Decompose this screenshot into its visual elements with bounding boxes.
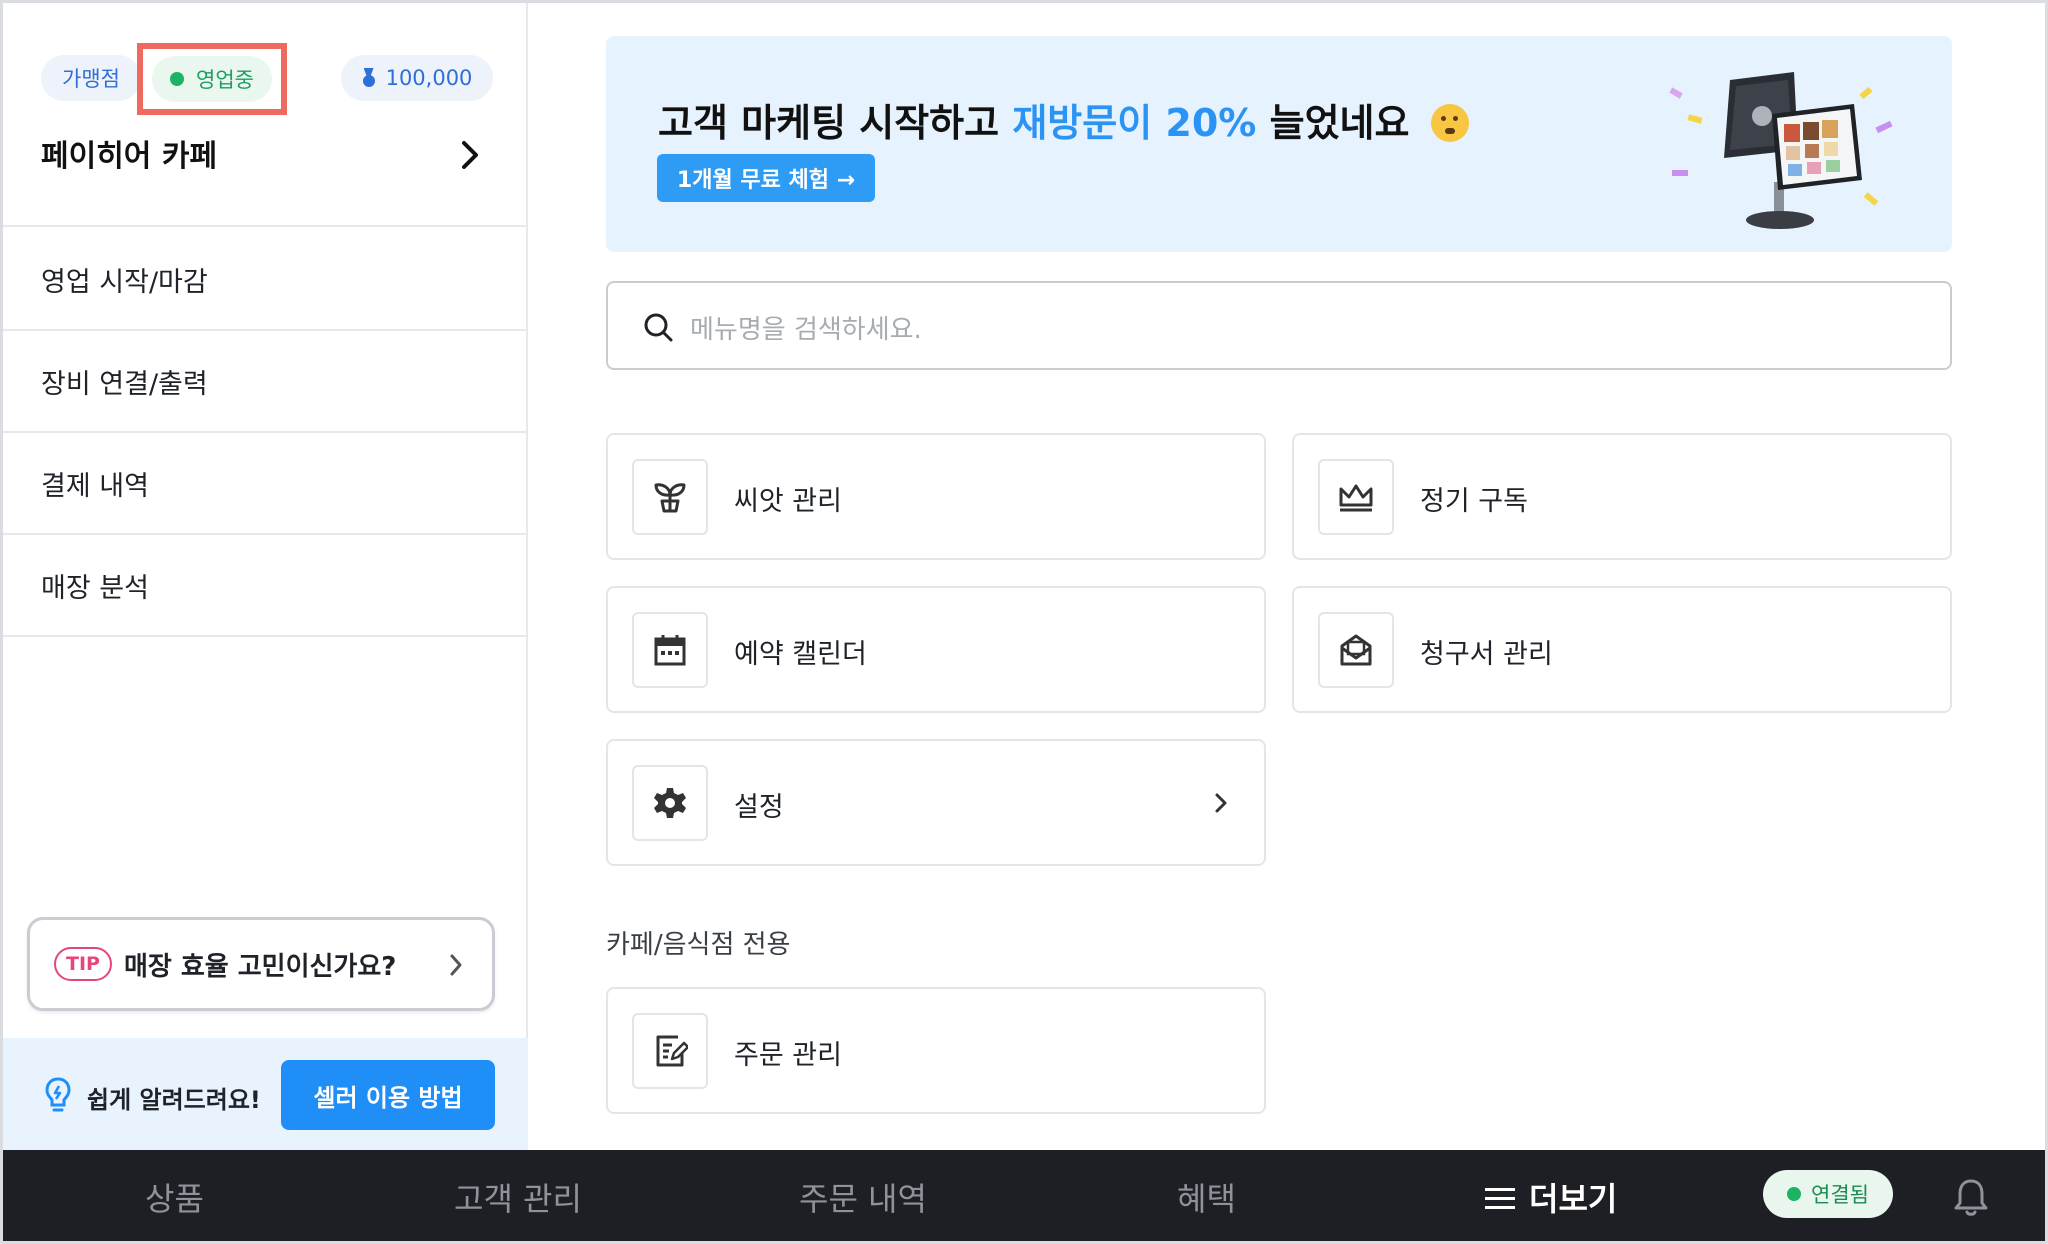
invoice-mail-icon-box [1318,612,1394,688]
sidebar-item-label: 장비 연결/출력 [41,368,208,400]
seller-guide-button[interactable]: 셀러 이용 방법 [281,1060,495,1130]
card-order-management[interactable]: 주문 관리 [606,987,1266,1114]
menu-icon [1485,1186,1515,1212]
gear-icon-box [632,765,708,841]
medal-icon [362,68,376,88]
order-edit-icon-box [632,1013,708,1089]
sidebar-item-business-open-close[interactable]: 영업 시작/마감 [3,229,528,331]
sidebar-item-store-analytics[interactable]: 매장 분석 [3,535,528,637]
points-value: 100,000 [385,66,473,90]
status-dot-icon [170,72,185,86]
card-invoice-management[interactable]: 청구서 관리 [1292,586,1952,713]
tip-text: 매장 효율 고민이신가요? [123,951,397,982]
connection-label: 연결됨 [1811,1183,1869,1207]
nav-item-more-label: 더보기 [1529,1180,1618,1218]
help-bar: 쉽게 알려드려요! 셀러 이용 방법 [3,1038,528,1150]
store-header: 가맹점 영업중 100,000 페이히어 카페 [3,3,528,227]
chevron-right-icon [450,954,462,976]
card-label: 청구서 관리 [1420,639,1553,670]
lightbulb-icon [45,1077,71,1112]
tip-banner[interactable]: TIP 매장 효율 고민이신가요? [27,917,495,1011]
order-edit-icon [656,1035,688,1067]
banner-title-suffix: 늘었네요 [1269,101,1410,145]
crown-icon-box [1318,459,1394,535]
search-icon [644,313,673,342]
status-badge-open[interactable]: 영업중 [137,43,287,115]
sidebar-item-label: 영업 시작/마감 [41,266,208,298]
crown-icon [1339,484,1373,512]
nav-item-more[interactable]: 더보기 [1485,1174,1617,1220]
calendar-icon [654,635,686,666]
connection-dot-icon [1787,1187,1802,1201]
chevron-right-icon [1215,793,1227,813]
store-name[interactable]: 페이히어 카페 [41,131,217,175]
sidebar-item-label: 매장 분석 [41,572,149,604]
banner-title-highlight: 재방문이 20% [1012,101,1257,145]
card-label: 씨앗 관리 [734,486,842,517]
banner-title-prefix: 고객 마케팅 시작하고 [658,101,1000,145]
banner-title: 고객 마케팅 시작하고 재방문이 20% 늘었네요 [658,92,1469,147]
sidebar: 가맹점 영업중 100,000 페이히어 카페 영업 시작/마감 장비 연결/출… [3,3,528,1150]
card-label: 예약 캘린더 [734,639,867,670]
points-chip[interactable]: 100,000 [341,55,493,101]
sprout-icon-box [632,459,708,535]
card-label: 정기 구독 [1420,486,1528,517]
sprout-icon [654,483,686,513]
search-input[interactable]: 메뉴명을 검색하세요. [690,309,922,346]
invoice-mail-icon [1340,634,1372,666]
free-trial-button[interactable]: 1개월 무료 체험 → [657,154,875,202]
gear-icon [654,788,686,818]
card-reservation-calendar[interactable]: 예약 캘린더 [606,586,1266,713]
sidebar-item-device-connect[interactable]: 장비 연결/출력 [3,331,528,433]
card-label: 주문 관리 [734,1040,842,1071]
shushing-emoji-icon [1430,104,1469,142]
sidebar-item-label: 결제 내역 [41,470,149,502]
menu-search[interactable]: 메뉴명을 검색하세요. [606,281,1952,370]
nav-item-orders[interactable]: 주문 내역 [799,1174,927,1220]
calendar-icon-box [632,612,708,688]
bell-icon[interactable] [1951,1176,1991,1218]
card-seed-management[interactable]: 씨앗 관리 [606,433,1266,560]
help-text: 쉽게 알려드려요! [87,1086,261,1114]
connection-status-badge[interactable]: 연결됨 [1763,1170,1893,1218]
card-settings[interactable]: 설정 [606,739,1266,866]
nav-item-benefits[interactable]: 혜택 [1177,1174,1236,1220]
tip-badge: TIP [54,947,112,981]
nav-item-customers[interactable]: 고객 관리 [454,1174,582,1220]
bottom-nav: 상품 고객 관리 주문 내역 혜택 더보기 연결됨 [3,1150,2045,1241]
chevron-right-icon[interactable] [455,137,485,173]
kiosk-device-illustration [1669,72,1893,229]
section-title-cafe: 카페/음식점 전용 [606,930,791,960]
status-chip-inner: 영업중 [152,56,272,102]
promo-banner[interactable]: 고객 마케팅 시작하고 재방문이 20% 늘었네요 1개월 무료 체험 → [606,36,1952,252]
franchise-chip: 가맹점 [41,55,141,101]
status-label: 영업중 [196,68,254,92]
nav-item-products[interactable]: 상품 [145,1174,204,1220]
card-label: 설정 [734,792,784,823]
card-subscription[interactable]: 정기 구독 [1292,433,1952,560]
sidebar-item-payment-history[interactable]: 결제 내역 [3,433,528,535]
